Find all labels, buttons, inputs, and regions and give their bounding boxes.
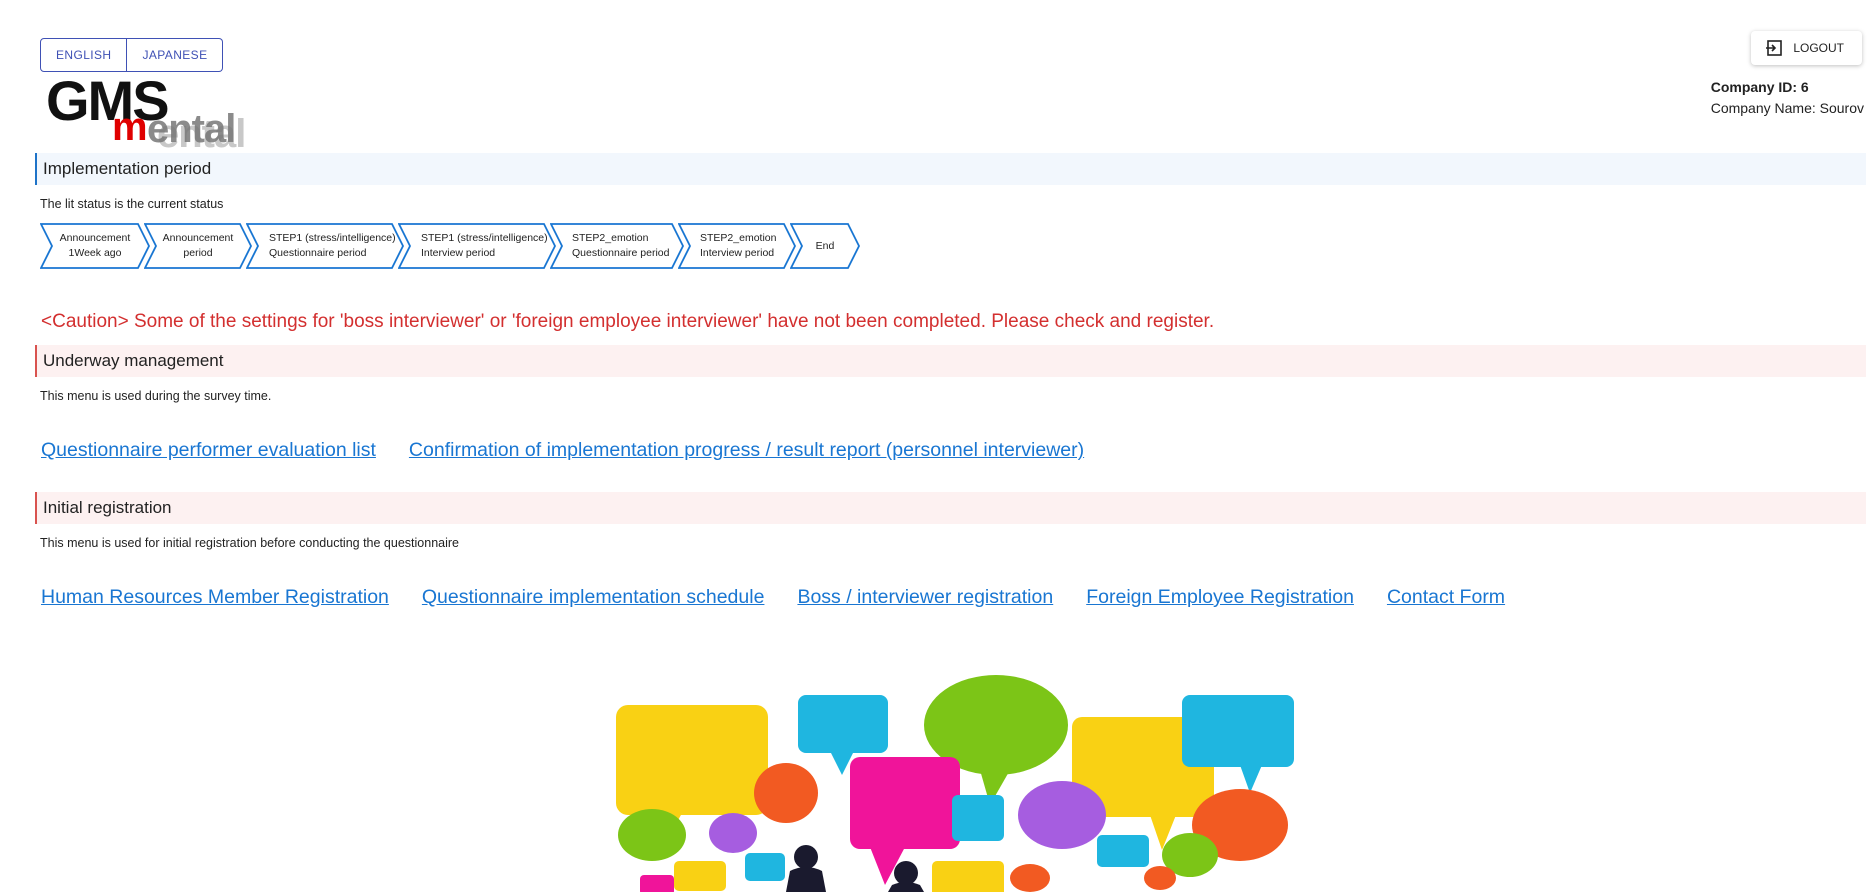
- status-step-label: Announcement period: [144, 223, 252, 269]
- status-step-line2: Questionnaire period: [269, 247, 367, 259]
- status-step-label: End: [790, 223, 860, 269]
- underway-management-header: Underway management: [35, 345, 1866, 377]
- status-step-label: STEP1 (stress/intelligence) Questionnair…: [269, 223, 399, 269]
- foreign-employee-registration-link[interactable]: Foreign Employee Registration: [1086, 586, 1354, 609]
- evaluation-list-link[interactable]: Questionnaire performer evaluation list: [41, 439, 376, 462]
- initial-registration-header: Initial registration: [35, 492, 1866, 524]
- status-step-line1: STEP1 (stress/intelligence): [269, 232, 396, 244]
- hr-member-registration-link[interactable]: Human Resources Member Registration: [41, 586, 389, 609]
- logout-button[interactable]: LOGOUT: [1751, 31, 1862, 65]
- japanese-button[interactable]: JAPANESE: [127, 38, 224, 72]
- status-step-line1: End: [815, 239, 835, 252]
- implementation-schedule-link[interactable]: Questionnaire implementation schedule: [422, 586, 765, 609]
- company-id: Company ID: 6: [1710, 79, 1809, 95]
- gms-mental-logo: GMS ental ental m: [46, 80, 246, 150]
- status-step-label: STEP1 (stress/intelligence) Interview pe…: [421, 223, 551, 269]
- status-step-label: STEP2_emotion Interview period: [700, 223, 792, 269]
- speech-bubbles-illustration: [616, 675, 1294, 892]
- svg-text:m: m: [112, 105, 148, 149]
- status-step-line1: Announcement: [59, 232, 131, 244]
- company-name: Company Name: Sourov: [1710, 100, 1864, 116]
- status-step-line1: Announcement: [162, 232, 234, 244]
- contact-form-link[interactable]: Contact Form: [1387, 586, 1505, 609]
- progress-report-link[interactable]: Confirmation of implementation progress …: [409, 439, 1084, 462]
- initial-note: This menu is used for initial registrati…: [40, 536, 459, 550]
- implementation-period-header: Implementation period: [35, 153, 1866, 185]
- status-step-line2: Questionnaire period: [572, 247, 670, 259]
- caution-message: <Caution> Some of the settings for 'boss…: [41, 311, 1215, 332]
- status-step-line2: Interview period: [421, 247, 496, 259]
- implementation-note: The lit status is the current status: [40, 197, 224, 211]
- underway-note: This menu is used during the survey time…: [40, 389, 272, 403]
- status-step-line2: period: [183, 247, 213, 259]
- svg-text:ental: ental: [157, 112, 245, 150]
- status-step-line1: STEP2_emotion: [572, 232, 649, 244]
- initial-links: Human Resources Member Registration Ques…: [41, 586, 1505, 609]
- status-step-line2: 1Week ago: [68, 247, 122, 259]
- english-button[interactable]: ENGLISH: [40, 38, 128, 72]
- language-toggle: ENGLISH JAPANESE: [40, 38, 224, 72]
- status-step-label: STEP2_emotion Questionnaire period: [572, 223, 680, 269]
- company-info: Company ID: 6 Company Name: Sourov: [1711, 77, 1864, 119]
- status-step-line2: Interview period: [700, 247, 775, 259]
- status-step-label: Announcement 1Week ago: [40, 223, 150, 269]
- boss-interviewer-registration-link[interactable]: Boss / interviewer registration: [797, 586, 1053, 609]
- logout-icon: [1766, 40, 1783, 56]
- underway-links: Questionnaire performer evaluation list …: [41, 439, 1084, 462]
- status-step-line1: STEP2_emotion: [700, 232, 777, 244]
- status-step-line1: STEP1 (stress/intelligence): [421, 232, 548, 244]
- logout-label: LOGOUT: [1793, 41, 1844, 55]
